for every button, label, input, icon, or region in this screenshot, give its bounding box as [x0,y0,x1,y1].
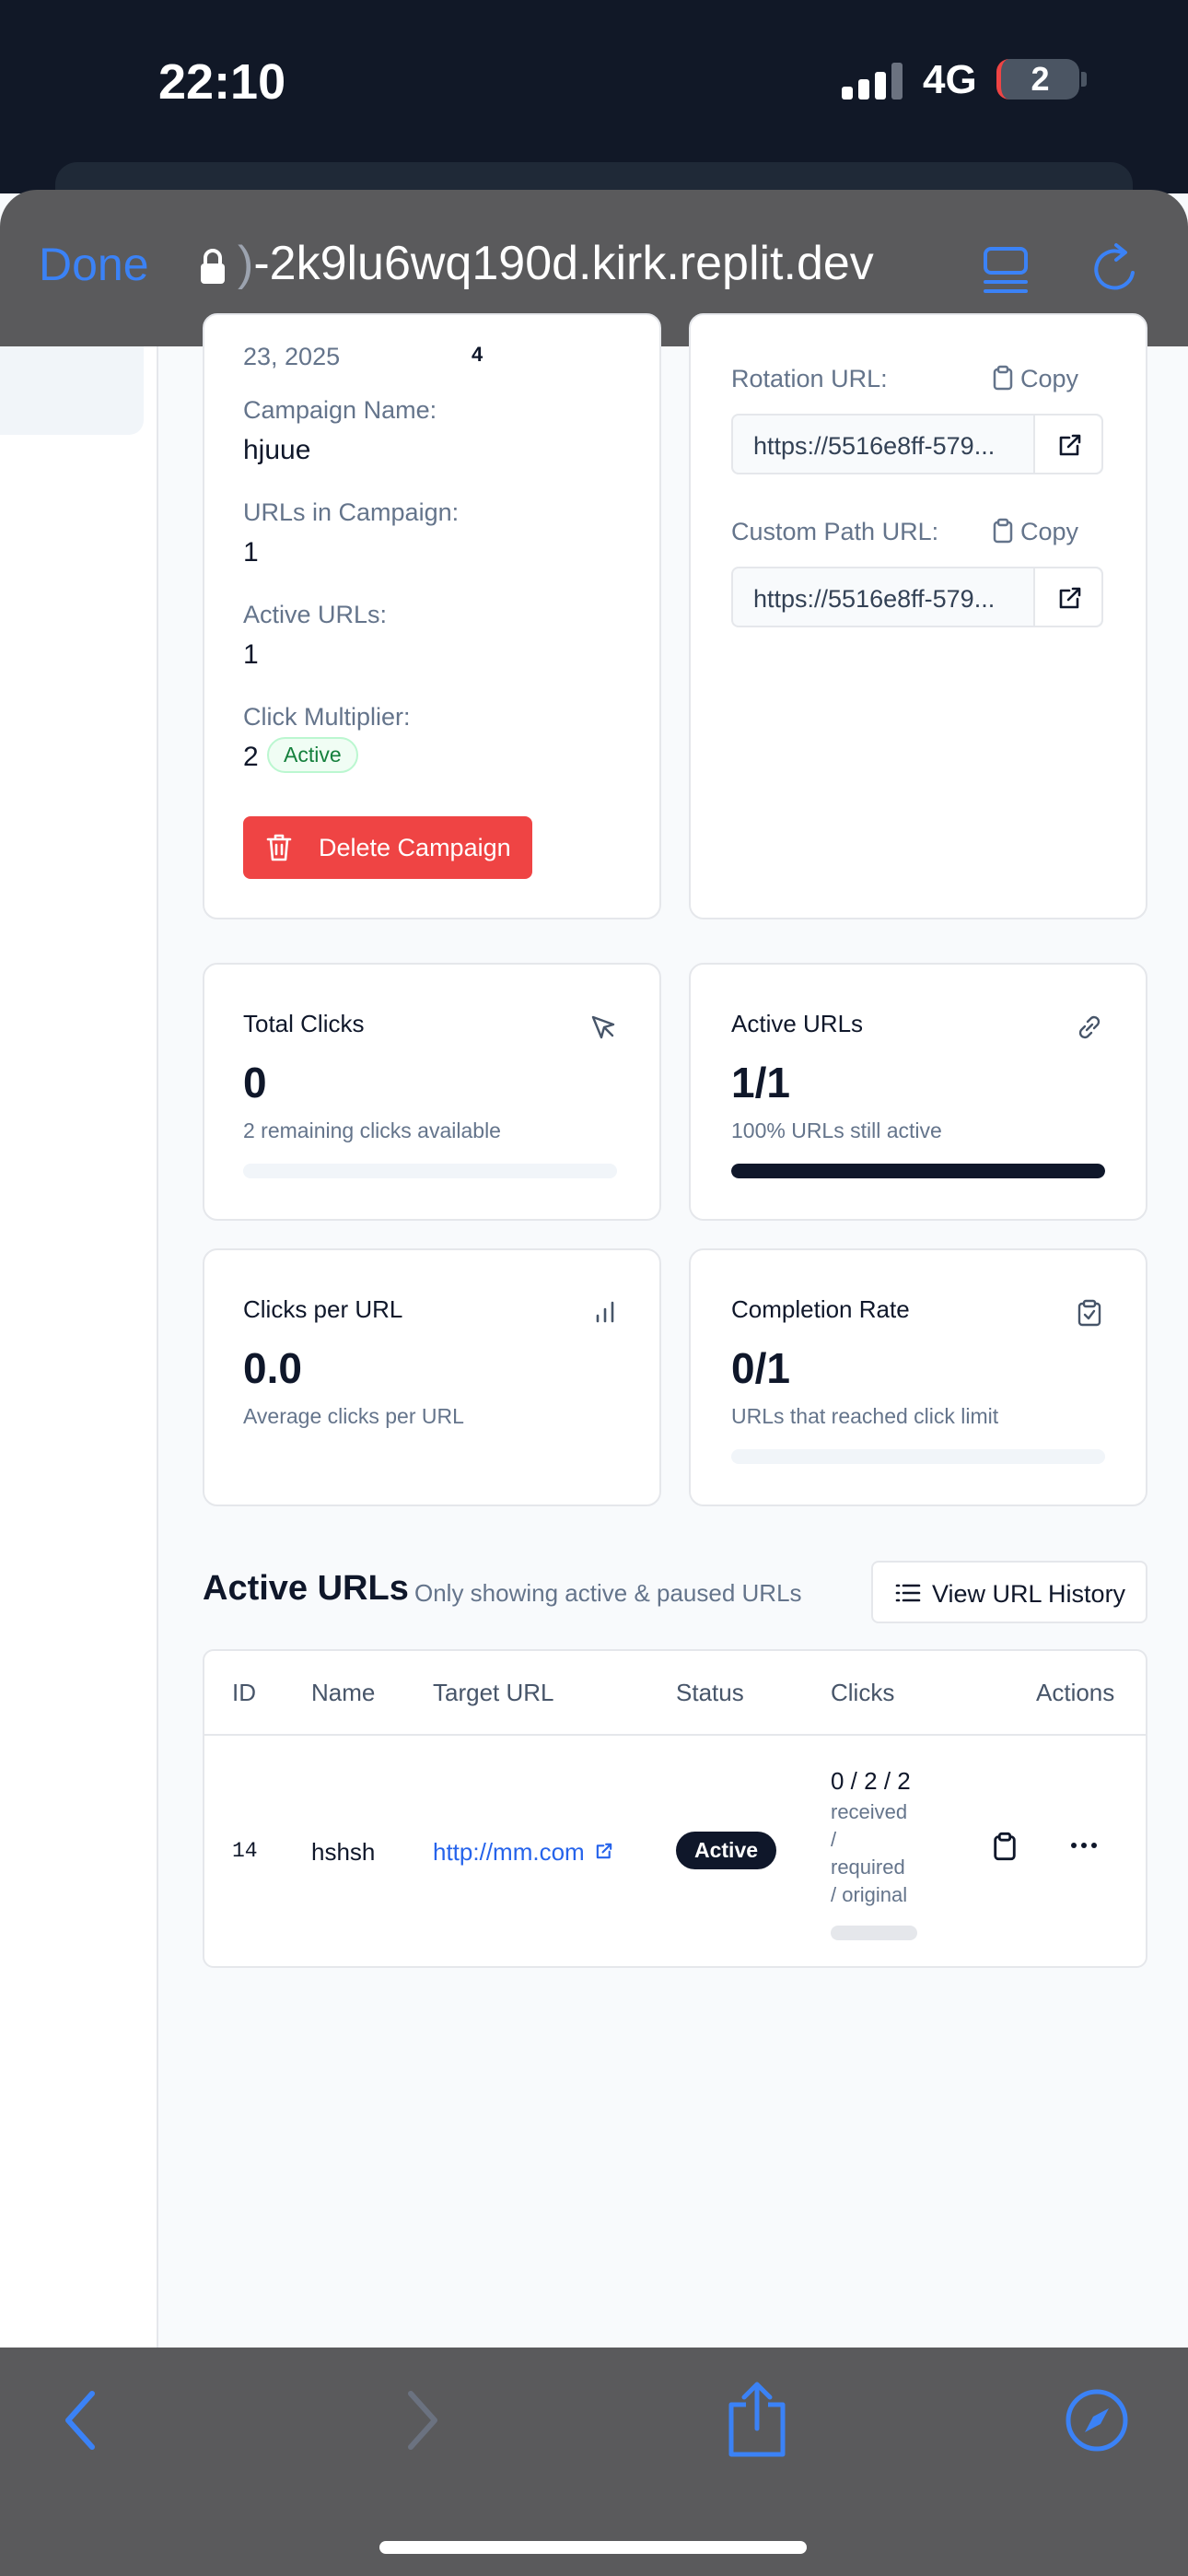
link-icon [1078,1015,1101,1039]
row-id: 14 [232,1839,258,1863]
table-header-divider [204,1734,1146,1736]
clicks-per-url-sub: Average clicks per URL [243,1404,464,1428]
custom-copy-label: Copy [1020,518,1079,545]
campaign-name-label: Campaign Name: [243,396,437,424]
url-faded: ) [238,237,254,290]
row-clicks-progress [831,1926,917,1940]
active-urls-table: ID Name Target URL Status Clicks Actions… [203,1649,1147,1968]
column-header-clicks[interactable]: Clicks [831,1679,894,1707]
bar-chart-icon [596,1301,614,1323]
cursor-icon [591,1015,615,1039]
view-url-history-button[interactable]: View URL History [871,1561,1147,1623]
rotation-url-value: https://5516e8ff-579... [753,432,996,460]
row-clicks: 0 / 2 / 2 [831,1767,911,1795]
share-icon[interactable] [722,2381,792,2458]
row-clicks-caption: received / required / original [831,1798,907,1909]
rotation-url-field[interactable]: https://5516e8ff-579... [731,414,1103,474]
forward-icon[interactable] [400,2386,446,2454]
click-multiplier-value: 2 [243,742,259,772]
column-header-actions[interactable]: Actions [1036,1679,1114,1707]
custom-open-button[interactable] [1033,568,1101,626]
sidebar-item[interactable] [0,346,144,435]
lock-icon [201,249,225,284]
battery-tip [1081,72,1087,87]
clicks-per-url-title: Clicks per URL [243,1295,403,1323]
reload-icon[interactable] [1089,241,1144,297]
reader-icon[interactable] [978,241,1033,297]
active-urls-progress-fill [731,1164,1105,1178]
click-multiplier-label: Click Multiplier: [243,703,411,731]
completion-rate-sub: URLs that reached click limit [731,1404,999,1428]
campaign-name-value: hjuue [243,435,311,465]
rotation-open-button[interactable] [1033,416,1101,473]
back-icon[interactable] [57,2386,103,2454]
url-text: -2k9lu6wq190d.kirk.replit.dev [253,237,874,290]
row-clicks-caption-line: / original [831,1883,908,1906]
sidebar [0,346,158,2349]
trash-icon [266,834,292,861]
copy-url-button[interactable] [993,1832,1017,1861]
total-clicks-title: Total Clicks [243,1010,365,1037]
total-clicks-value: 0 [243,1059,267,1107]
campaign-count: 4 [472,343,483,366]
column-header-name[interactable]: Name [311,1679,375,1707]
more-actions-icon[interactable] [1070,1841,1098,1850]
custom-copy-button[interactable]: Copy [993,518,1078,546]
home-indicator [379,2541,807,2554]
column-header-id[interactable]: ID [232,1679,256,1707]
clipboard-icon [993,518,1013,544]
rotation-copy-button[interactable]: Copy [993,365,1078,393]
active-urls-progress [731,1164,1105,1178]
total-clicks-progress [243,1164,617,1178]
rotation-url-label: Rotation URL: [731,365,888,392]
status-time: 22:10 [158,54,286,110]
row-clicks-caption-line: / [831,1828,837,1851]
column-header-target-url[interactable]: Target URL [433,1679,554,1707]
rotation-copy-label: Copy [1020,365,1079,392]
completion-rate-value: 0/1 [731,1344,790,1392]
campaign-date: 23, 2025 [243,343,341,370]
completion-rate-progress [731,1449,1105,1464]
network-type: 4G [923,57,977,102]
active-urls-sub: 100% URLs still active [731,1118,942,1142]
external-link-icon [596,1843,612,1859]
row-name: hshsh [311,1838,376,1866]
active-urls-label: Active URLs: [243,601,388,628]
urls-in-campaign-value: 1 [243,537,259,568]
external-link-icon [1059,434,1081,456]
external-link-icon [1059,587,1081,609]
compass-icon[interactable] [1065,2388,1129,2453]
active-urls-value: 1 [243,639,259,670]
battery-icon: 2 [996,59,1079,100]
total-clicks-card [203,963,661,1221]
column-header-status[interactable]: Status [676,1679,744,1707]
view-url-history-label: View URL History [932,1580,1126,1608]
list-icon [895,1584,921,1602]
row-clicks-caption-line: received [831,1800,908,1823]
total-clicks-sub: 2 remaining clicks available [243,1118,501,1142]
urls-in-campaign-label: URLs in Campaign: [243,498,460,526]
custom-path-url-value: https://5516e8ff-579... [753,585,996,613]
custom-path-url-label: Custom Path URL: [731,518,939,545]
completion-rate-title: Completion Rate [731,1295,910,1323]
address-bar[interactable]: )-2k9lu6wq190d.kirk.replit.dev [238,236,874,291]
active-urls-title: Active URLs [731,1010,864,1037]
row-clicks-caption-line: required [831,1856,905,1879]
active-urls-value: 1/1 [731,1059,790,1107]
clicks-per-url-value: 0.0 [243,1344,302,1392]
clipboard-check-icon [1077,1299,1101,1327]
active-urls-section-title: Active URLs [203,1569,409,1608]
row-status-badge: Active [676,1832,777,1869]
delete-campaign-label: Delete Campaign [319,834,511,861]
done-button[interactable]: Done [39,238,149,291]
row-target-url: http://mm.com [433,1838,585,1866]
custom-path-url-field[interactable]: https://5516e8ff-579... [731,567,1103,627]
delete-campaign-button[interactable]: Delete Campaign [243,816,532,879]
clipboard-icon [993,365,1013,391]
active-urls-section-subtitle: Only showing active & paused URLs [414,1579,802,1607]
row-target-url-link[interactable]: http://mm.com [433,1838,613,1867]
signal-icon [842,63,903,100]
multiplier-status-badge: Active [267,737,358,773]
